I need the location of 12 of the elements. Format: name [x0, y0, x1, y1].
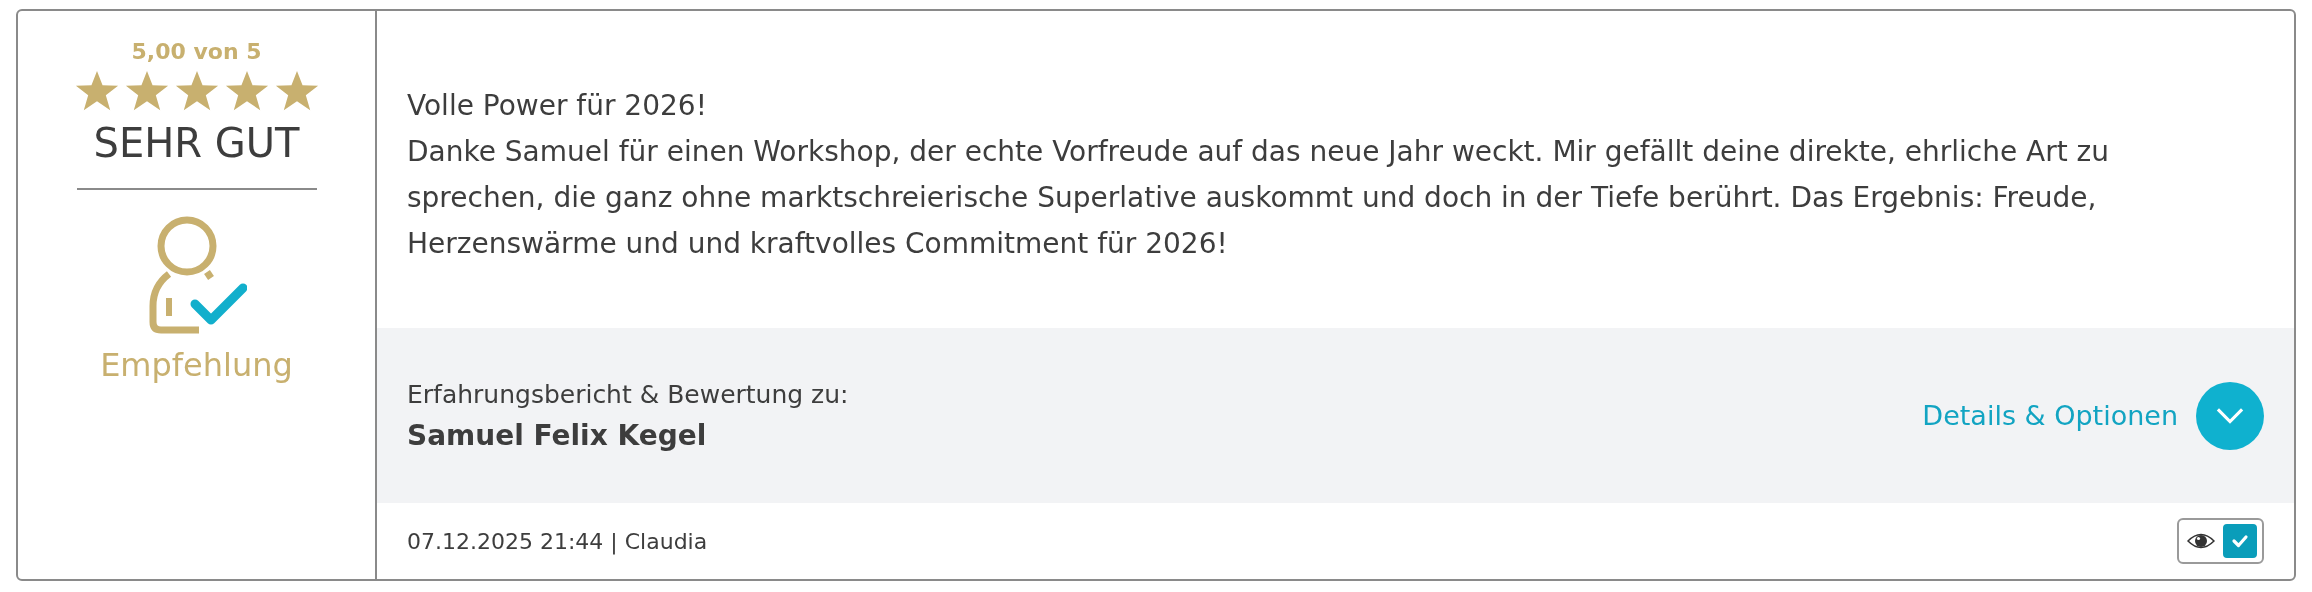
rating-score: 5,00 von 5 [131, 39, 262, 64]
review-meta: 07.12.2025 21:44 | Claudia [407, 528, 709, 554]
eye-icon[interactable] [2187, 532, 2215, 550]
rating-verdict: SEHR GUT [93, 120, 300, 166]
review-title: Volle Power für 2026! [407, 88, 708, 124]
approved-checkbox[interactable] [2223, 524, 2257, 558]
chevron-icon [2216, 406, 2244, 425]
subject-name: Samuel Felix Kegel [407, 418, 708, 452]
subject-label: Erfahrungsbericht & Bewertung zu: [407, 379, 850, 409]
details-link[interactable]: Details & Optionen [1922, 400, 2178, 431]
review-text: Danke Samuel für einen Workshop, der echte Vorfreude auf das neue Jahr weckt. Mir gefällt deine direkte, ehrliche Art zu sprechen, die ganz ohne marktschreierische Superlative auskommt und doch in der Tiefe berührt. Das Ergebnis: Freude, Herzenswärme und und kraftvolles Commitment für 2026! [407, 134, 2111, 262]
badge-label: Empfehlung [100, 346, 293, 384]
